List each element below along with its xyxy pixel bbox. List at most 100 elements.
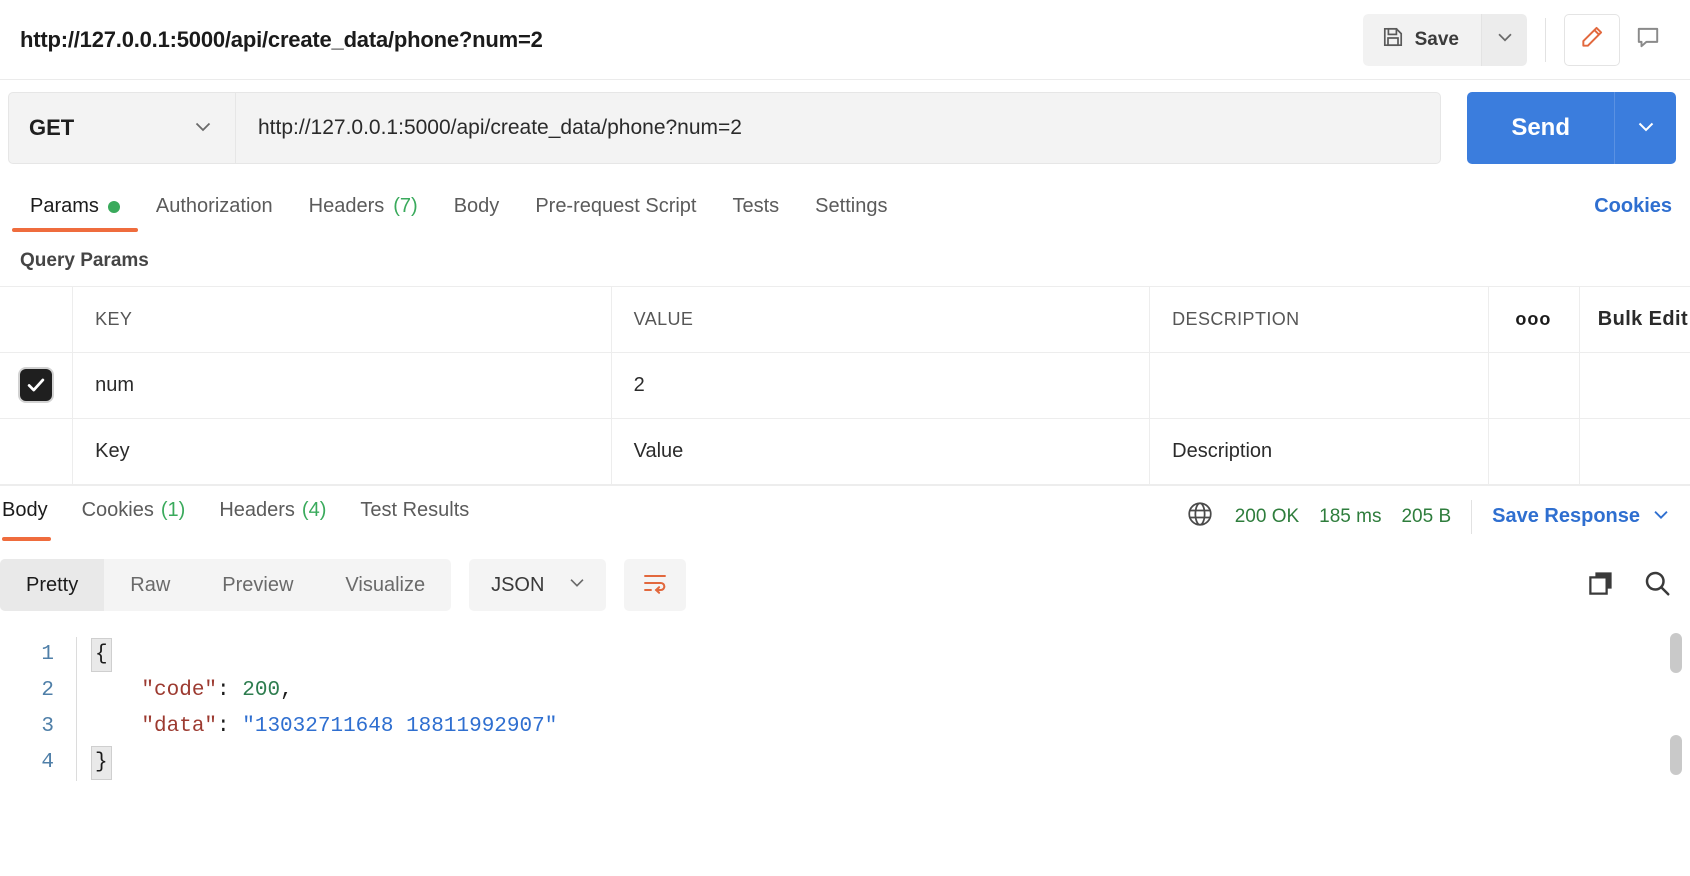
tab-params[interactable]: Params — [12, 195, 138, 232]
code-line-content: "code": 200, — [77, 673, 293, 709]
view-mode-visualize[interactable]: Visualize — [319, 559, 451, 611]
json-value-code: 200 — [242, 679, 281, 702]
page-title: http://127.0.0.1:5000/api/create_data/ph… — [20, 26, 543, 52]
request-tabs: Params Authorization Headers (7) Body Pr… — [0, 174, 1690, 232]
response-tab-headers[interactable]: Headers (4) — [202, 486, 343, 547]
edit-request-button[interactable] — [1564, 13, 1620, 66]
line-number: 1 — [41, 643, 54, 666]
tab-tests-label: Tests — [732, 195, 780, 217]
bulk-edit-label: Bulk Edit — [1597, 308, 1689, 330]
word-wrap-button[interactable] — [624, 559, 687, 611]
view-mode-preview[interactable]: Preview — [196, 559, 319, 611]
tab-authorization[interactable]: Authorization — [138, 195, 291, 232]
params-modified-dot-icon — [107, 200, 120, 213]
response-tab-body-label: Body — [2, 499, 48, 521]
tab-pre-request-script-label: Pre-request Script — [535, 195, 697, 217]
response-meta: 200 OK 185 ms 205 B Save Response — [1185, 499, 1672, 535]
request-title-bar: http://127.0.0.1:5000/api/create_data/ph… — [0, 0, 1690, 80]
json-brace-open: { — [91, 638, 112, 672]
json-value-data: "13032711648 18811992907" — [242, 715, 558, 738]
tab-headers-label: Headers — [308, 195, 385, 217]
json-colon: : — [217, 679, 243, 702]
comments-button[interactable] — [1620, 13, 1676, 66]
toolbar-divider — [1545, 17, 1546, 62]
response-tab-cookies[interactable]: Cookies (1) — [65, 486, 203, 547]
format-selector[interactable]: JSON — [469, 559, 607, 611]
view-mode-raw[interactable]: Raw — [104, 559, 196, 611]
response-tab-body[interactable]: Body — [2, 486, 65, 547]
save-response-label: Save Response — [1492, 505, 1640, 527]
code-line-content: "data": "13032711648 18811992907" — [77, 709, 557, 745]
url-bar: GET http://127.0.0.1:5000/api/create_dat… — [0, 80, 1690, 174]
code-line: 1 { — [0, 637, 1690, 673]
row-description[interactable] — [1149, 352, 1489, 419]
code-line: 4 } — [0, 745, 1690, 781]
new-row-checkbox-cell[interactable] — [0, 418, 74, 485]
header-key: KEY — [72, 286, 612, 353]
table-row: num 2 — [0, 352, 1690, 419]
chevron-down-icon — [191, 114, 215, 143]
tab-tests[interactable]: Tests — [714, 195, 797, 232]
header-checkbox-col — [0, 286, 74, 353]
chevron-down-icon — [566, 571, 588, 599]
chevron-down-icon — [1650, 503, 1672, 531]
code-line-content: { — [77, 637, 112, 673]
copy-icon[interactable] — [1586, 568, 1616, 603]
tab-body[interactable]: Body — [436, 195, 518, 232]
ooo-icon: ooo — [1515, 309, 1552, 329]
tab-settings[interactable]: Settings — [797, 195, 905, 232]
method-label: GET — [29, 115, 75, 140]
code-scrollbar-thumb-bottom[interactable] — [1670, 735, 1682, 775]
table-row: Key Value Description — [0, 418, 1690, 485]
url-input[interactable]: http://127.0.0.1:5000/api/create_data/ph… — [236, 92, 1442, 164]
row-more-options[interactable] — [1488, 352, 1580, 419]
send-options-button[interactable] — [1614, 92, 1676, 164]
code-line: 3 "data": "13032711648 18811992907" — [0, 709, 1690, 745]
tab-headers-count: (7) — [393, 195, 418, 217]
json-key-data: "data" — [91, 715, 218, 738]
response-tab-cookies-count: (1) — [160, 499, 186, 521]
chevron-down-icon — [1494, 26, 1516, 53]
response-body-code[interactable]: 1 { 2 "code": 200, 3 "data": "1303271164… — [0, 623, 1690, 823]
row-checkbox-cell[interactable] — [0, 352, 74, 419]
view-mode-pretty[interactable]: Pretty — [0, 559, 105, 611]
save-options-button[interactable] — [1481, 13, 1527, 66]
pencil-icon — [1579, 24, 1605, 55]
row-key[interactable]: num — [72, 352, 612, 419]
header-more-options[interactable]: ooo — [1488, 286, 1580, 353]
response-tab-test-results-label: Test Results — [360, 499, 470, 521]
code-line: 2 "code": 200, — [0, 673, 1690, 709]
method-selector[interactable]: GET — [8, 92, 236, 164]
cookies-link[interactable]: Cookies — [1594, 195, 1672, 232]
response-tab-headers-label: Headers — [219, 499, 295, 521]
response-tabs: Body Cookies (1) Headers (4) Test Result… — [0, 486, 486, 547]
send-button-group: Send — [1467, 92, 1676, 164]
new-row-spacer — [1579, 418, 1690, 485]
response-tab-cookies-label: Cookies — [81, 499, 154, 521]
bulk-edit-button[interactable]: Bulk Edit — [1579, 286, 1690, 353]
row-value[interactable]: 2 — [611, 352, 1151, 419]
new-row-more-options[interactable] — [1488, 418, 1580, 485]
table-header-row: KEY VALUE DESCRIPTION ooo Bulk Edit — [0, 286, 1690, 353]
new-row-value-input[interactable]: Value — [611, 418, 1151, 485]
line-number: 4 — [41, 751, 54, 774]
response-size: 205 B — [1401, 505, 1452, 527]
line-number: 2 — [41, 679, 54, 702]
tab-pre-request-script[interactable]: Pre-request Script — [517, 195, 714, 232]
new-row-description-input[interactable]: Description — [1149, 418, 1489, 485]
new-row-key-input[interactable]: Key — [72, 418, 612, 485]
response-tab-test-results[interactable]: Test Results — [343, 486, 486, 547]
tab-headers[interactable]: Headers (7) — [291, 195, 436, 232]
response-tabs-bar: Body Cookies (1) Headers (4) Test Result… — [0, 485, 1690, 547]
save-button[interactable]: Save — [1362, 13, 1481, 66]
send-button[interactable]: Send — [1467, 92, 1614, 164]
search-icon[interactable] — [1642, 568, 1672, 603]
code-scrollbar-thumb-top[interactable] — [1670, 633, 1682, 673]
tab-body-label: Body — [453, 195, 500, 217]
json-comma: , — [280, 679, 293, 702]
save-response-button[interactable]: Save Response — [1492, 503, 1672, 531]
save-button-label: Save — [1414, 28, 1459, 50]
topbar-actions: Save — [1362, 0, 1676, 79]
status-code: 200 OK — [1234, 505, 1300, 527]
checkbox-checked-icon[interactable] — [19, 369, 52, 401]
